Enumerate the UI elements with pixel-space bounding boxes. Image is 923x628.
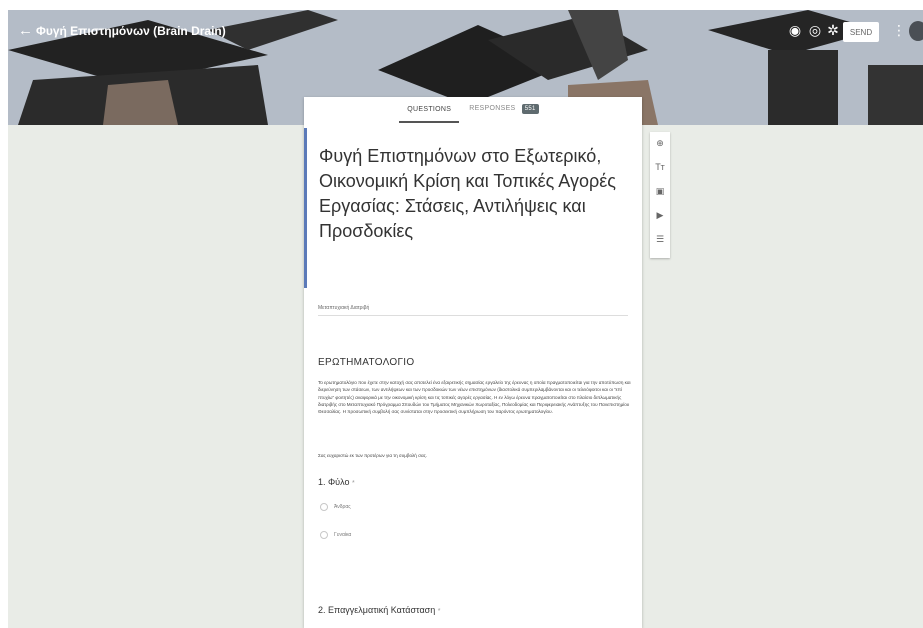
- form-description[interactable]: Μεταπτυχιακή Διατριβή: [318, 305, 628, 316]
- question-text: 2. Επαγγελματική Κατάσταση: [318, 605, 436, 615]
- section-description[interactable]: Το ερωτηματολόγιο που έχετε στην κατοχή …: [318, 379, 633, 415]
- settings-icon[interactable]: ✲: [824, 22, 842, 39]
- tab-responses[interactable]: RESPONSES 551: [467, 100, 540, 118]
- preview-icon[interactable]: ◎: [806, 22, 824, 39]
- required-mark: *: [437, 608, 441, 615]
- form-name[interactable]: Φυγή Επιστημόνων (Brain Drain): [36, 24, 226, 38]
- question-title[interactable]: 1. Φύλο *: [318, 477, 355, 487]
- forms-editor-window: ← Φυγή Επιστημόνων (Brain Drain) ◉ ◎ ✲ S…: [8, 10, 923, 628]
- question-title[interactable]: 2. Επαγγελματική Κατάσταση *: [318, 605, 440, 615]
- app-bar: ← Φυγή Επιστημόνων (Brain Drain) ◉ ◎ ✲ S…: [8, 10, 923, 54]
- video-icon[interactable]: ▶: [655, 210, 665, 220]
- required-mark: *: [352, 480, 355, 487]
- question-text: 1. Φύλο: [318, 477, 350, 487]
- image-icon[interactable]: ▣: [655, 186, 665, 196]
- back-arrow-icon[interactable]: ←: [18, 22, 33, 39]
- palette-icon[interactable]: ◉: [786, 22, 804, 39]
- avatar[interactable]: [909, 21, 923, 41]
- option-label: Άνδρας: [334, 504, 351, 510]
- more-vert-icon[interactable]: ⋮: [892, 22, 906, 39]
- form-title[interactable]: Φυγή Επιστημόνων στο Εξωτερικό, Οικονομι…: [319, 144, 629, 244]
- add-question-icon[interactable]: ⊕: [655, 138, 665, 148]
- section-thanks-text: Σας ευχαριστώ εκ των προτέρων για τη συμ…: [318, 453, 428, 458]
- radio-button[interactable]: [320, 503, 328, 511]
- section-title[interactable]: ΕΡΩΤΗΜΑΤΟΛΟΓΙΟ: [318, 357, 414, 368]
- form-card: QUESTIONS RESPONSES 551 Φυγή Επιστημόνων…: [304, 97, 642, 628]
- radio-button[interactable]: [320, 531, 328, 539]
- radio-option[interactable]: Γυναίκα: [320, 531, 351, 539]
- title-text-icon[interactable]: Tт: [655, 162, 665, 172]
- radio-option[interactable]: Άνδρας: [320, 503, 351, 511]
- tab-responses-label: RESPONSES: [469, 105, 516, 112]
- form-header-section[interactable]: Φυγή Επιστημόνων στο Εξωτερικό, Οικονομι…: [304, 128, 642, 288]
- option-label: Γυναίκα: [334, 532, 352, 538]
- responses-count-badge: 551: [521, 104, 539, 114]
- section-icon[interactable]: ☰: [655, 234, 665, 244]
- editor-tabs: QUESTIONS RESPONSES 551: [304, 97, 642, 123]
- side-toolbar: ⊕ Tт ▣ ▶ ☰: [650, 132, 670, 258]
- tab-questions[interactable]: QUESTIONS: [399, 102, 460, 123]
- send-button[interactable]: SEND: [843, 22, 879, 42]
